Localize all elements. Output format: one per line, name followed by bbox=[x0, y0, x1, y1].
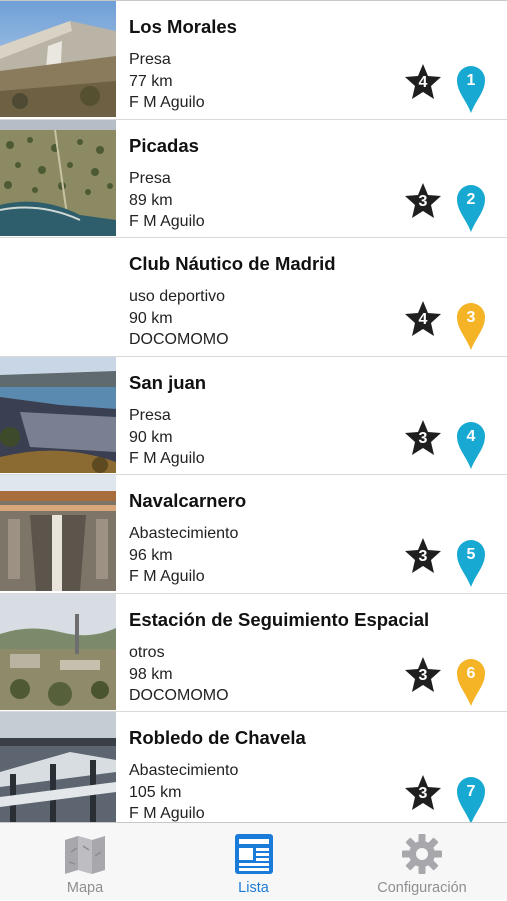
star-rating-icon: 4 bbox=[403, 62, 443, 102]
map-pin-icon[interactable]: 4 bbox=[455, 420, 487, 470]
item-author: F M Aguilo bbox=[129, 568, 205, 585]
rating-value: 3 bbox=[418, 785, 428, 802]
item-author: F M Aguilo bbox=[129, 449, 205, 467]
item-category: Presa bbox=[129, 51, 171, 68]
list-item[interactable]: Robledo de Chavela Abastecimiento 105 km… bbox=[0, 712, 507, 822]
item-author: F M Aguilo bbox=[129, 212, 205, 230]
list-item[interactable]: Estación de Seguimiento Espacial otros 9… bbox=[0, 593, 507, 712]
map-pin-icon[interactable]: 5 bbox=[455, 538, 487, 588]
list-item[interactable]: Club Náutico de Madrid uso deportivo 90 … bbox=[0, 238, 507, 357]
gear-icon bbox=[400, 832, 444, 876]
rating-value: 4 bbox=[418, 311, 428, 328]
item-distance: 98 km bbox=[129, 665, 173, 683]
star-rating-icon: 3 bbox=[403, 773, 443, 813]
tab-label: Mapa bbox=[66, 880, 104, 896]
item-title: Los Morales bbox=[129, 16, 237, 37]
item-distance: 89 km bbox=[129, 191, 173, 209]
pin-number: 4 bbox=[466, 427, 476, 445]
item-author: DOCOMOMO bbox=[129, 331, 229, 348]
item-title: Estación de Seguimiento Espacial bbox=[129, 608, 430, 630]
rating-value: 3 bbox=[418, 429, 428, 447]
item-category: Presa bbox=[129, 169, 171, 187]
pin-number: 6 bbox=[466, 664, 476, 682]
pin-number: 7 bbox=[466, 783, 476, 800]
item-distance: 90 km bbox=[129, 428, 173, 446]
list-icon bbox=[232, 832, 276, 876]
item-distance: 96 km bbox=[129, 547, 173, 564]
pin-number: 3 bbox=[466, 309, 476, 326]
tab-label: Lista bbox=[238, 880, 269, 896]
rating-value: 3 bbox=[418, 666, 428, 684]
item-category: Abastecimiento bbox=[129, 762, 239, 779]
star-rating-icon: 3 bbox=[403, 655, 443, 695]
thumbnail-image bbox=[0, 712, 116, 822]
rating-value: 3 bbox=[418, 192, 428, 210]
map-pin-icon[interactable]: 1 bbox=[455, 64, 487, 114]
list-item[interactable]: Navalcarnero Abastecimiento 96 km F M Ag… bbox=[0, 475, 507, 594]
item-category: Presa bbox=[129, 406, 171, 424]
results-list[interactable]: Los Morales Presa 77 km F M Aguilo 4 1 P… bbox=[0, 1, 507, 822]
tab-bar: Mapa Lista Configuración bbox=[0, 822, 507, 900]
map-pin-icon[interactable]: 6 bbox=[455, 657, 487, 707]
item-author: F M Aguilo bbox=[129, 94, 205, 111]
map-icon bbox=[63, 832, 107, 876]
thumbnail-image bbox=[0, 1, 116, 117]
item-distance: 105 km bbox=[129, 784, 182, 801]
item-title: Club Náutico de Madrid bbox=[129, 253, 336, 274]
item-distance: 77 km bbox=[129, 73, 173, 90]
item-title: Navalcarnero bbox=[129, 490, 247, 511]
star-rating-icon: 4 bbox=[403, 299, 443, 339]
item-category: Abastecimiento bbox=[129, 525, 239, 542]
pin-number: 2 bbox=[466, 190, 476, 208]
star-rating-icon: 3 bbox=[403, 536, 443, 576]
item-title: San juan bbox=[129, 371, 207, 393]
item-category: otros bbox=[129, 643, 165, 661]
thumbnail-image bbox=[0, 475, 116, 591]
map-pin-icon[interactable]: 3 bbox=[455, 301, 487, 351]
map-pin-icon[interactable]: 2 bbox=[455, 183, 487, 233]
item-title: Picadas bbox=[129, 134, 199, 156]
item-author: DOCOMOMO bbox=[129, 686, 229, 704]
tab-configuracion[interactable]: Configuración bbox=[337, 823, 507, 901]
list-item[interactable]: Picadas Presa 89 km F M Aguilo 3 2 bbox=[0, 119, 507, 238]
thumbnail-image bbox=[0, 356, 116, 473]
pin-number: 5 bbox=[466, 546, 476, 563]
item-author: F M Aguilo bbox=[129, 805, 205, 822]
map-pin-icon[interactable]: 7 bbox=[455, 775, 487, 822]
tab-lista[interactable]: Lista bbox=[170, 823, 337, 901]
star-rating-icon: 3 bbox=[403, 418, 443, 458]
rating-value: 4 bbox=[418, 74, 428, 91]
pin-number: 1 bbox=[466, 72, 476, 89]
tab-mapa[interactable]: Mapa bbox=[0, 823, 170, 901]
thumbnail-image bbox=[0, 119, 116, 236]
list-item[interactable]: Los Morales Presa 77 km F M Aguilo 4 1 bbox=[0, 1, 507, 120]
item-category: uso deportivo bbox=[129, 288, 226, 305]
item-distance: 90 km bbox=[129, 310, 173, 327]
rating-value: 3 bbox=[418, 548, 428, 565]
thumbnail-image bbox=[0, 593, 116, 710]
item-title: Robledo de Chavela bbox=[129, 727, 306, 748]
thumbnail-image bbox=[0, 238, 116, 354]
list-item[interactable]: San juan Presa 90 km F M Aguilo 3 4 bbox=[0, 356, 507, 475]
tab-label: Configuración bbox=[377, 880, 467, 896]
star-rating-icon: 3 bbox=[403, 181, 443, 221]
